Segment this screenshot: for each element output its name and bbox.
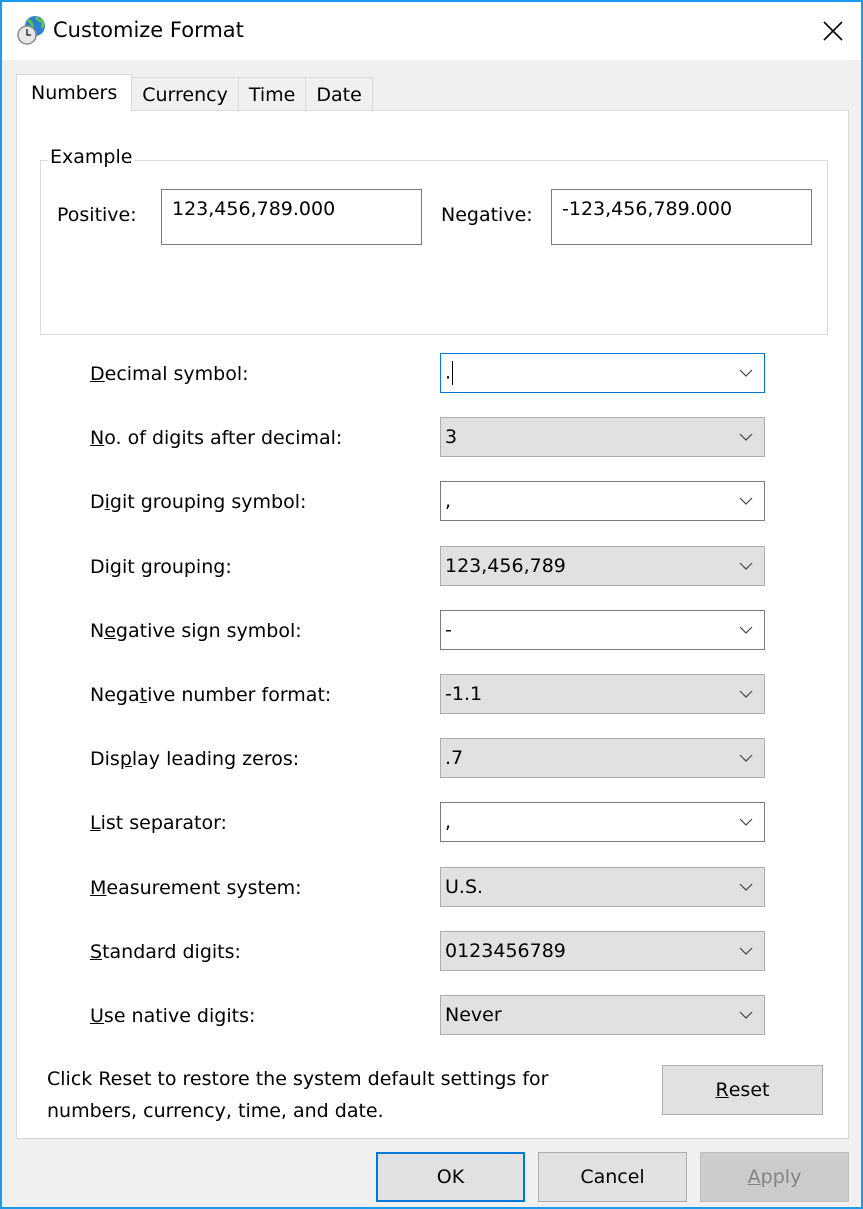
display-leading-zeros-value: .7: [445, 747, 464, 770]
measurement-system-label: Measurement system:: [90, 876, 302, 899]
reset-button[interactable]: Reset: [662, 1065, 823, 1115]
standard-digits-value: 0123456789: [445, 939, 566, 962]
list-separator-combobox[interactable]: ,: [440, 802, 765, 843]
tab-date[interactable]: Date: [305, 77, 373, 111]
digit-grouping-value: 123,456,789: [445, 554, 566, 577]
chevron-down-icon[interactable]: [736, 491, 756, 511]
tab-numbers[interactable]: Numbers: [16, 74, 133, 111]
decimal-symbol-label: Decimal symbol:: [90, 363, 249, 385]
ok-button[interactable]: OK: [376, 1152, 525, 1202]
display-leading-zeros-combobox[interactable]: .7: [440, 738, 765, 779]
use-native-digits-combobox[interactable]: Never: [440, 995, 765, 1035]
digit-grouping-symbol-combobox[interactable]: ,: [440, 481, 765, 522]
chevron-down-icon[interactable]: [736, 812, 756, 832]
positive-label: Positive:: [57, 204, 137, 226]
reset-description: Click Reset to restore the system defaul…: [47, 1068, 549, 1122]
chevron-down-icon[interactable]: [736, 363, 756, 383]
use-native-digits-label: Use native digits:: [90, 1005, 256, 1027]
digits-after-decimal-combobox[interactable]: 3: [440, 417, 765, 458]
digit-grouping-label: Digit grouping:: [90, 555, 232, 578]
decimal-symbol-value: .: [445, 361, 454, 385]
negative-sign-symbol-combobox[interactable]: -: [440, 609, 765, 650]
chevron-down-icon[interactable]: [736, 1005, 756, 1025]
negative-number-format-label: Negative number format:: [90, 684, 332, 706]
negative-sign-symbol-label: Negative sign symbol:: [90, 619, 302, 642]
list-separator-label: List separator:: [90, 812, 227, 835]
tab-currency[interactable]: Currency: [131, 77, 239, 111]
digits-after-decimal-label: No. of digits after decimal:: [90, 427, 343, 450]
chevron-down-icon[interactable]: [736, 877, 756, 897]
cancel-button[interactable]: Cancel: [538, 1152, 687, 1202]
negative-number-format-combobox[interactable]: -1.1: [440, 674, 765, 714]
close-button[interactable]: [805, 2, 861, 60]
negative-example-field: -123,456,789.000: [551, 189, 812, 245]
window-title: Customize Format: [53, 18, 244, 42]
example-groupbox: Example Positive: 123,456,789.000 Negati…: [40, 146, 828, 335]
measurement-system-combobox[interactable]: U.S.: [440, 866, 765, 907]
chevron-down-icon[interactable]: [736, 748, 756, 768]
digit-grouping-symbol-label: Digit grouping symbol:: [90, 491, 307, 514]
decimal-symbol-combobox[interactable]: .: [440, 353, 765, 393]
positive-example-field: 123,456,789.000: [161, 189, 422, 245]
numbers-tab-panel: Example Positive: 123,456,789.000 Negati…: [16, 110, 849, 1139]
globe-clock-icon: [16, 14, 48, 46]
use-native-digits-value: Never: [445, 1004, 502, 1026]
tab-time[interactable]: Time: [237, 77, 307, 111]
negative-label: Negative:: [441, 204, 533, 226]
customize-format-dialog: Customize Format Numbers Currency Time D…: [0, 0, 863, 1209]
digit-grouping-symbol-value: ,: [445, 490, 452, 513]
measurement-system-value: U.S.: [445, 875, 484, 898]
chevron-down-icon[interactable]: [736, 941, 756, 961]
tab-strip: Numbers Currency Time Date: [16, 74, 373, 111]
chevron-down-icon[interactable]: [736, 427, 756, 447]
standard-digits-label: Standard digits:: [90, 940, 241, 963]
apply-button[interactable]: Apply: [700, 1152, 849, 1202]
standard-digits-combobox[interactable]: 0123456789: [440, 930, 765, 971]
example-legend: Example: [48, 146, 135, 168]
display-leading-zeros-label: Display leading zeros:: [90, 748, 300, 771]
chevron-down-icon[interactable]: [736, 556, 756, 576]
title-bar: Customize Format: [2, 2, 861, 60]
chevron-down-icon[interactable]: [736, 620, 756, 640]
list-separator-value: ,: [445, 811, 452, 834]
negative-sign-symbol-value: -: [445, 618, 452, 641]
digit-grouping-combobox[interactable]: 123,456,789: [440, 545, 765, 586]
text-caret: [452, 361, 454, 385]
digits-after-decimal-value: 3: [445, 426, 458, 449]
chevron-down-icon[interactable]: [736, 684, 756, 704]
close-icon: [823, 21, 843, 41]
negative-number-format-value: -1.1: [445, 683, 483, 705]
